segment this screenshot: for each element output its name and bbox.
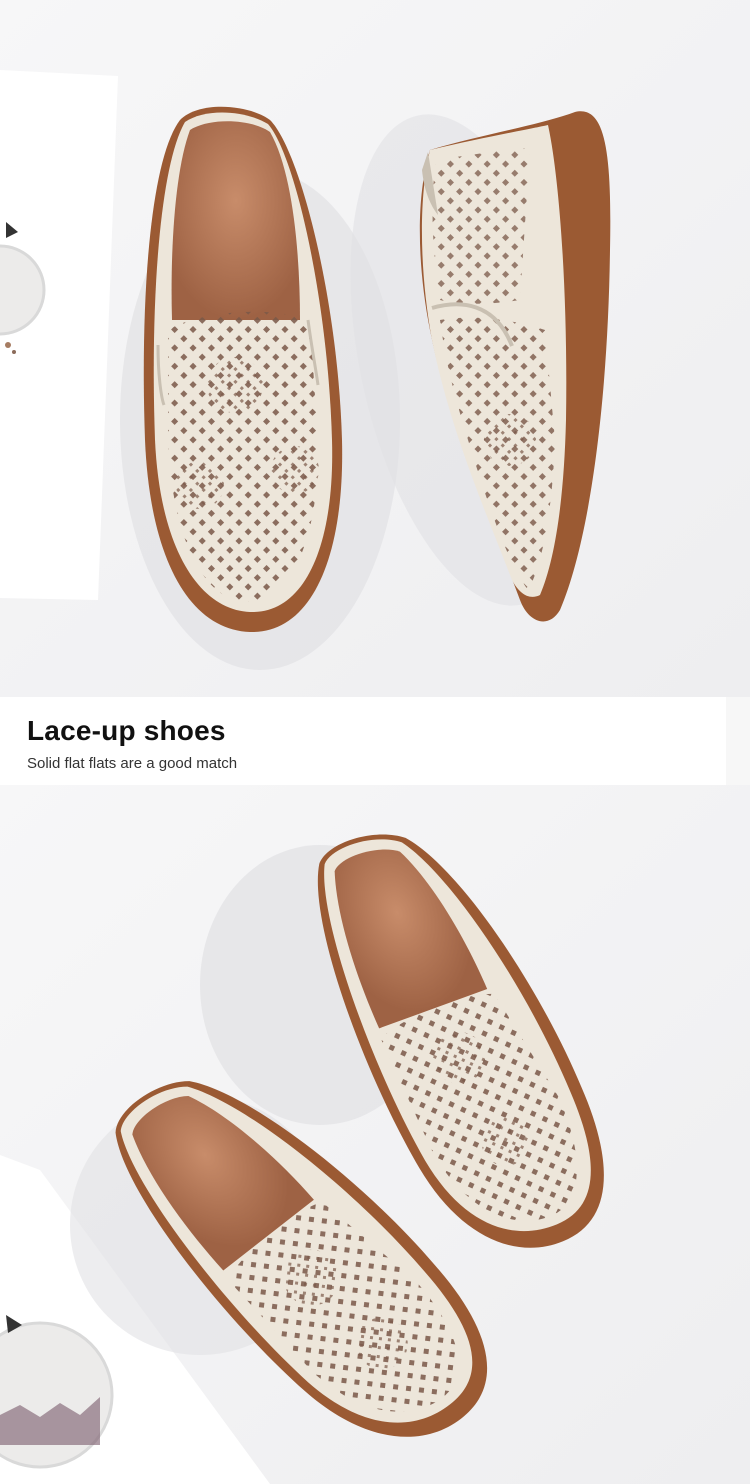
caption-edge — [726, 697, 750, 785]
shoe-perforation — [432, 148, 530, 304]
caption-block: Lace-up shoes Solid flat flats are a goo… — [0, 697, 726, 785]
photo-scene-top — [0, 0, 750, 697]
print-card — [0, 70, 118, 600]
photo-scene-bottom — [0, 785, 750, 1484]
caption-subtitle: Solid flat flats are a good match — [27, 755, 238, 772]
product-photo-bottom — [0, 785, 750, 1484]
caption-title: Lace-up shoes — [27, 715, 226, 746]
product-photo-top — [0, 0, 750, 697]
